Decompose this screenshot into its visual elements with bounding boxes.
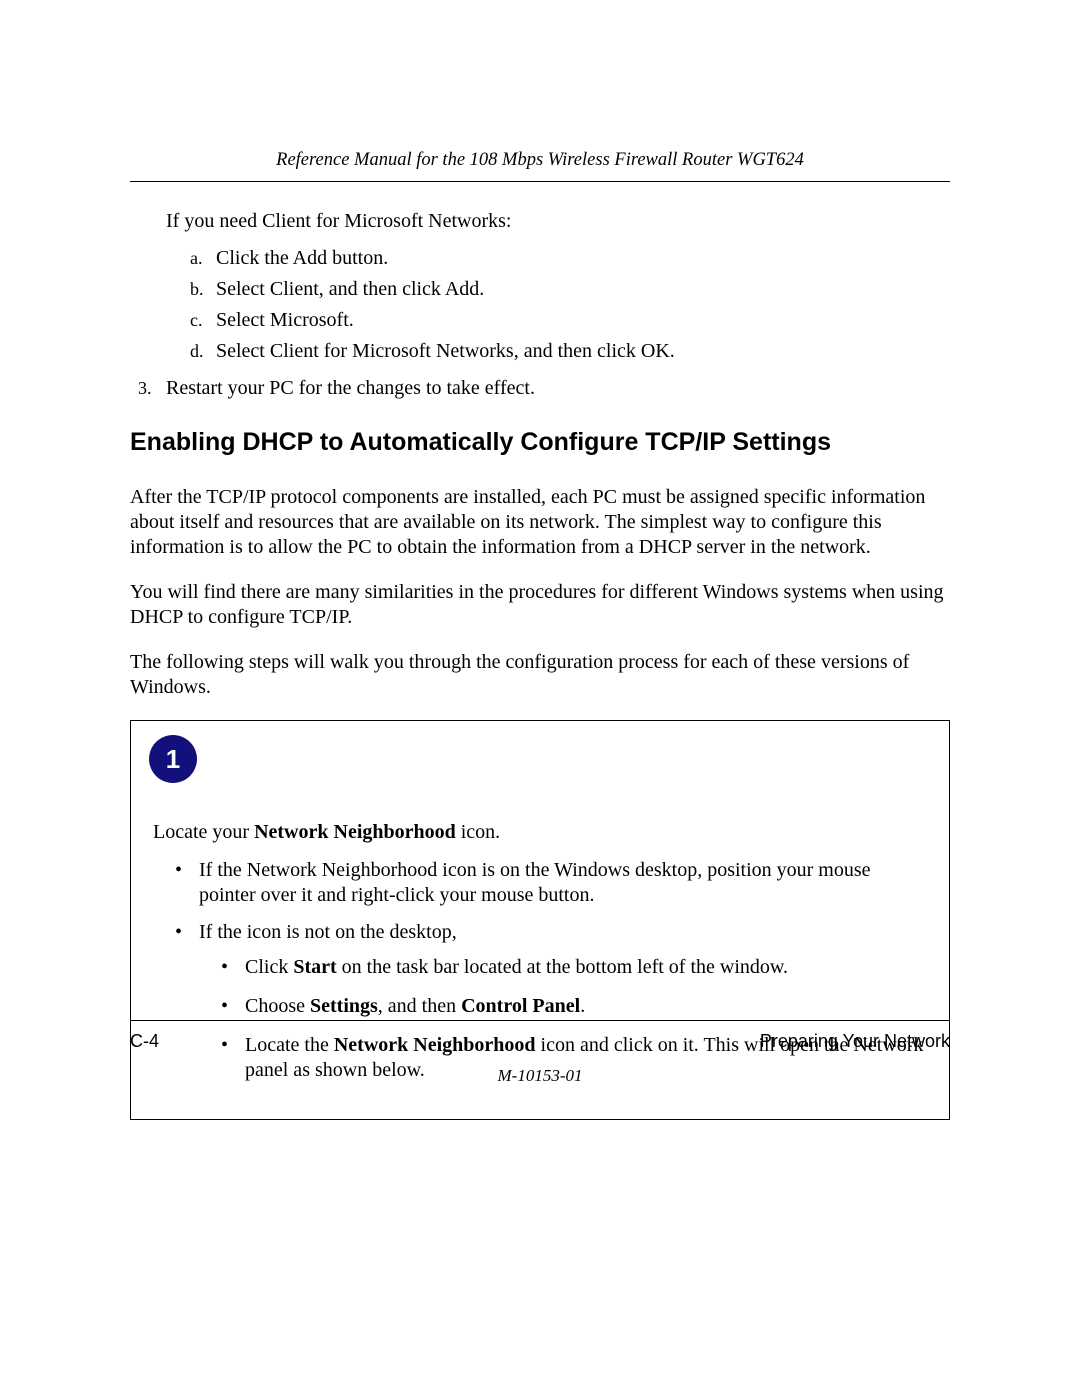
footer-section-name: Preparing Your Network — [760, 1031, 950, 1052]
text-run: Click — [245, 956, 293, 978]
list-item: 3.Restart your PC for the changes to tak… — [130, 377, 950, 400]
numbered-list: 3.Restart your PC for the changes to tak… — [130, 377, 950, 400]
bold-text: Settings — [310, 995, 378, 1017]
text-run: Choose — [245, 995, 310, 1017]
document-code: M-10153-01 — [130, 1066, 950, 1086]
list-text: Select Client, and then click Add. — [216, 278, 484, 300]
body-paragraph: You will find there are many similaritie… — [130, 580, 950, 630]
list-text: If the icon is not on the desktop, — [199, 921, 457, 943]
step-lead-text: Locate your Network Neighborhood icon. — [153, 821, 927, 844]
text-run: icon. — [456, 821, 500, 843]
list-item: Click Start on the task bar located at t… — [221, 955, 927, 980]
section-heading: Enabling DHCP to Automatically Configure… — [130, 428, 950, 457]
intro-lead-text: If you need Client for Microsoft Network… — [166, 210, 950, 233]
step-badge-container: 1 — [131, 721, 949, 821]
list-marker: a. — [190, 248, 216, 269]
list-text: Select Microsoft. — [216, 309, 354, 331]
body-paragraph: After the TCP/IP protocol components are… — [130, 485, 950, 560]
list-text: Select Client for Microsoft Networks, an… — [216, 340, 675, 362]
text-run: Locate your — [153, 821, 254, 843]
list-item: d.Select Client for Microsoft Networks, … — [190, 340, 950, 363]
list-item: Choose Settings, and then Control Panel. — [221, 994, 927, 1019]
list-text: Restart your PC for the changes to take … — [166, 377, 535, 399]
list-item: If the Network Neighborhood icon is on t… — [175, 858, 927, 908]
page-footer: C-4 Preparing Your Network M-10153-01 — [130, 1020, 950, 1086]
list-marker: d. — [190, 341, 216, 362]
text-run: . — [580, 995, 585, 1017]
bold-text: Control Panel — [461, 995, 580, 1017]
step-number-badge: 1 — [149, 735, 197, 783]
body-paragraph: The following steps will walk you throug… — [130, 650, 950, 700]
list-marker: b. — [190, 279, 216, 300]
list-text: Click the Add button. — [216, 247, 388, 269]
list-marker: c. — [190, 310, 216, 331]
bold-text: Start — [293, 956, 336, 978]
text-run: , and then — [378, 995, 461, 1017]
list-text: If the Network Neighborhood icon is on t… — [199, 859, 871, 906]
page-number: C-4 — [130, 1031, 159, 1052]
page-content: Reference Manual for the 108 Mbps Wirele… — [0, 0, 1080, 1120]
footer-rule — [130, 1020, 950, 1021]
footer-row: C-4 Preparing Your Network — [130, 1031, 950, 1052]
lettered-sublist: a.Click the Add button. b.Select Client,… — [190, 247, 950, 363]
text-run: on the task bar located at the bottom le… — [337, 956, 788, 978]
running-header: Reference Manual for the 108 Mbps Wirele… — [130, 150, 950, 171]
list-item: c.Select Microsoft. — [190, 309, 950, 332]
list-item: b.Select Client, and then click Add. — [190, 278, 950, 301]
list-marker: 3. — [138, 378, 166, 399]
header-rule — [130, 181, 950, 182]
bold-text: Network Neighborhood — [254, 821, 456, 843]
list-item: a.Click the Add button. — [190, 247, 950, 270]
